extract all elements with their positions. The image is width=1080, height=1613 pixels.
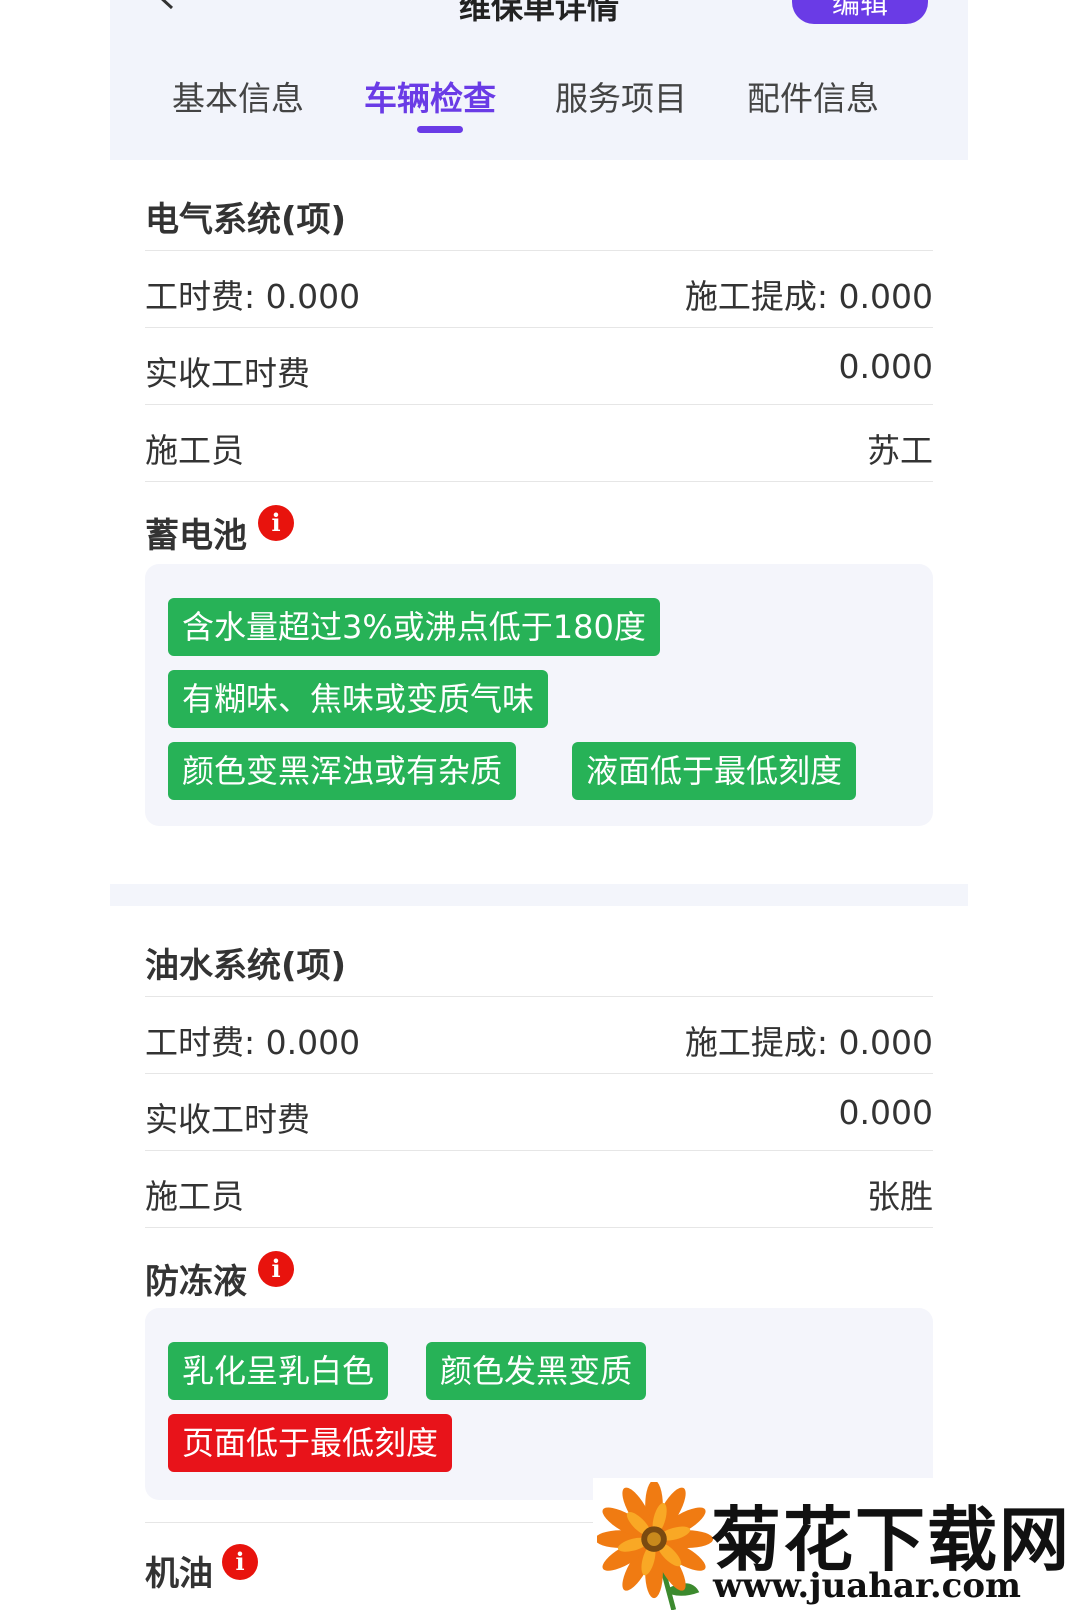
commission: 施工提成: 0.000 [684,277,933,316]
item-title-engine-oil: 机油 [145,1554,213,1594]
page: 维保单详情 编辑 基本信息 车辆检查 服务项目 配件信息 电气系统(项) 工时费… [110,0,968,1613]
divider [145,250,933,251]
edit-button[interactable]: 编辑 [792,0,928,24]
item-title-antifreeze: 防冻液 [145,1262,247,1302]
tag-item: 有糊味、焦味或变质气味 [168,670,549,728]
worker-value: 张胜 [867,1177,933,1216]
divider [145,1073,933,1074]
worker-value: 苏工 [867,431,933,470]
divider [145,404,933,405]
divider [145,1150,933,1151]
tab-vehicle-check[interactable]: 车辆检查 [364,72,496,120]
actual-labor-label: 实收工时费 [145,1100,310,1139]
section-title: 电气系统(项) [145,200,347,240]
section-electrical: 电气系统(项) 工时费: 0.000 施工提成: 0.000 实收工时费 0.0… [145,160,933,830]
worker-label: 施工员 [145,431,244,470]
divider [145,481,933,482]
divider [145,996,933,997]
watermark: 菊花下载网 www.juahar.com [593,1478,1080,1613]
tab-bar: 基本信息 车辆检查 服务项目 配件信息 [110,60,968,140]
worker-label: 施工员 [145,1177,244,1216]
tag-item: 液面低于最低刻度 [572,742,857,800]
header: 维保单详情 编辑 基本信息 车辆检查 服务项目 配件信息 [110,0,968,160]
actual-labor-label: 实收工时费 [145,354,310,393]
labor-fee: 工时费: 0.000 [145,1023,361,1062]
section-title: 油水系统(项) [145,946,347,986]
info-icon[interactable]: i [222,1544,258,1580]
section-gap [110,884,968,906]
info-icon[interactable]: i [258,1251,294,1287]
actual-labor-value: 0.000 [838,347,933,386]
tag-item-alert: 页面低于最低刻度 [168,1414,453,1472]
actual-labor-value: 0.000 [838,1093,933,1132]
tag-item: 颜色变黑浑浊或有杂质 [168,742,517,800]
info-icon[interactable]: i [258,505,294,541]
tab-basic-info[interactable]: 基本信息 [172,72,304,120]
tag-item: 乳化呈乳白色 [168,1342,389,1400]
flower-logo-icon [597,1482,714,1610]
commission: 施工提成: 0.000 [684,1023,933,1062]
watermark-url: www.juahar.com [713,1566,1022,1606]
tag-box: 含水量超过3%或沸点低于180度 有糊味、焦味或变质气味 颜色变黑浑浊或有杂质 … [145,564,933,826]
tab-parts-info[interactable]: 配件信息 [747,72,879,120]
tab-service-items[interactable]: 服务项目 [555,72,687,120]
tag-box: 乳化呈乳白色 颜色发黑变质 页面低于最低刻度 [145,1308,933,1500]
divider [145,327,933,328]
tag-item: 含水量超过3%或沸点低于180度 [168,598,660,656]
tag-item: 颜色发黑变质 [426,1342,647,1400]
item-title-battery: 蓄电池 [145,516,247,556]
labor-fee: 工时费: 0.000 [145,277,361,316]
divider [145,1227,933,1228]
active-tab-indicator [417,126,463,133]
